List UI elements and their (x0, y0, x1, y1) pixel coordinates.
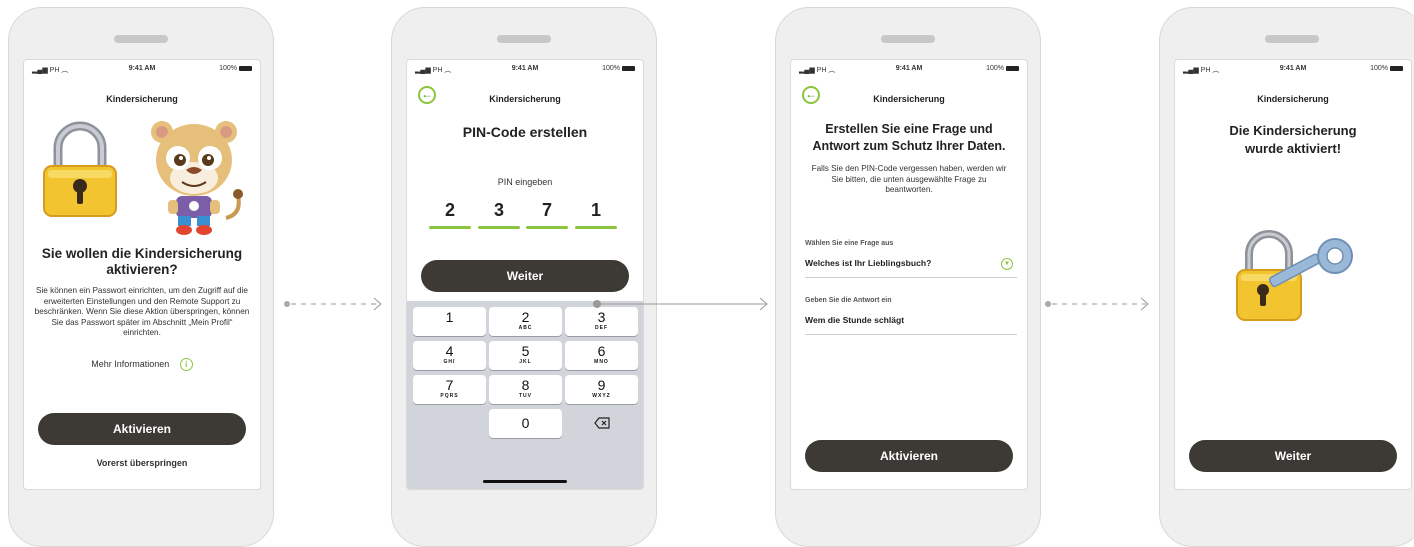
pin-underline-1 (429, 226, 471, 229)
continue-button[interactable]: Weiter (421, 260, 629, 292)
activate-button[interactable]: Aktivieren (38, 413, 246, 445)
flow-arrow-dashed-1 (284, 297, 382, 311)
screen-heading: Die Kindersicherung wurde aktiviert! (1229, 123, 1357, 156)
pin-label: PIN eingeben (497, 177, 553, 187)
nav-title: Kindersicherung (489, 94, 561, 104)
phone-frame-2: ▂▄▆ PH ︵ 9:41 AM 100% ← Kindersicherung … (391, 7, 657, 547)
flow-arrow-dashed-2 (1045, 297, 1149, 311)
phone-frame-3: ▂▄▆ PH ︵ 9:41 AM 100% ← Kindersicherung … (775, 7, 1041, 547)
status-bar: ▂▄▆ PH ︵ 9:41 AM 100% (407, 65, 643, 77)
skip-link[interactable]: Vorerst überspringen (24, 458, 260, 468)
numeric-keypad: 1 2 ABC 3 DEF 4 GHI 5 JKL 6 MNO 7 PQRS 8 TUV 9W… (407, 301, 643, 489)
question-field-label: Wählen Sie eine Frage aus (805, 240, 894, 247)
answer-field-label: Geben Sie die Antwort ein (805, 297, 892, 304)
question-selected-value: Welches ist Ihr Lieblingsbuch? (805, 258, 932, 268)
nav-title: Kindersicherung (1257, 94, 1329, 104)
pin-underline-4 (575, 226, 617, 229)
screen-description: Falls Sie den PIN-Code vergessen haben, … (811, 164, 1007, 195)
pin-digit-1: 2 (444, 200, 455, 220)
battery-icon (1006, 65, 1019, 71)
phone-speaker (881, 35, 935, 43)
status-bar: ▂▄▆ PH ︵ 9:41 AM 100% (24, 65, 260, 77)
key-7[interactable]: 7 PQRS (413, 375, 486, 404)
key-2[interactable]: 2 ABC (489, 307, 562, 336)
question-underline (805, 277, 1017, 278)
pin-underline-2 (478, 226, 520, 229)
battery-icon (1390, 65, 1403, 71)
home-indicator (483, 480, 567, 483)
status-bar: ▂▄▆ PH ︵ 9:41 AM 100% (1175, 65, 1411, 77)
phone-speaker (1265, 35, 1319, 43)
key-5[interactable]: 5 JKL (489, 341, 562, 370)
phone-speaker (114, 35, 168, 43)
pin-digit-3: 7 (541, 200, 552, 220)
question-dropdown[interactable]: Welches ist Ihr Lieblingsbuch? ▼ (791, 252, 1027, 276)
battery-indicator: 100% (1370, 65, 1403, 72)
padlock-icon (43, 121, 117, 217)
answer-input[interactable]: Wem die Stunde schlägt (791, 310, 1027, 332)
screen-security-question: ▂▄▆ PH ︵ 9:41 AM 100% ← Kindersicherung … (790, 59, 1028, 490)
answer-underline (805, 334, 1017, 335)
status-bar: ▂▄▆ PH ︵ 9:41 AM 100% (791, 65, 1027, 77)
key-1[interactable]: 1 (413, 307, 486, 336)
key-6[interactable]: 6 MNO (565, 341, 638, 370)
info-icon: i (179, 358, 193, 371)
screen-heading: PIN-Code erstellen (462, 124, 588, 140)
battery-indicator: 100% (602, 65, 635, 72)
screen-activated-confirmation: ▂▄▆ PH ︵ 9:41 AM 100% Kindersicherung Di… (1174, 59, 1412, 490)
answer-value: Wem die Stunde schlägt (805, 315, 905, 325)
screen-heading: Erstellen Sie eine Frage und Antwort zum… (812, 122, 1006, 153)
lion-mascot (151, 121, 243, 235)
key-8[interactable]: 8 TUV (489, 375, 562, 404)
phone-frame-4: ▂▄▆ PH ︵ 9:41 AM 100% Kindersicherung Di… (1159, 7, 1414, 547)
phone-speaker (497, 35, 551, 43)
backspace-icon (593, 417, 610, 429)
nav-title: Kindersicherung (106, 94, 178, 104)
pin-digit-2: 3 (493, 200, 504, 220)
more-info-label: Mehr Informationen (91, 358, 170, 369)
battery-icon (622, 65, 635, 71)
battery-indicator: 100% (219, 65, 252, 72)
flow-arrow-solid (593, 297, 768, 311)
chevron-down-icon: ▼ (1001, 258, 1013, 270)
nav-title: Kindersicherung (873, 94, 945, 104)
activate-button[interactable]: Aktivieren (805, 440, 1013, 472)
screen-heading: Sie wollen die Kindersicherung aktiviere… (41, 246, 243, 277)
lock-with-key-icon (1236, 230, 1353, 321)
backspace-key[interactable] (565, 409, 638, 438)
pin-digit-4: 1 (590, 200, 601, 220)
key-3[interactable]: 3 DEF (565, 307, 638, 336)
battery-icon (239, 65, 252, 71)
battery-indicator: 100% (986, 65, 1019, 72)
screen-activate-prompt: ▂▄▆ PH ︵ 9:41 AM 100% Kindersicherung Si… (23, 59, 261, 490)
screen-create-pin: ▂▄▆ PH ︵ 9:41 AM 100% ← Kindersicherung … (406, 59, 644, 490)
key-9[interactable]: 9 WXYZ (565, 375, 638, 404)
key-0[interactable]: 0 (489, 409, 562, 438)
screen-description: Sie können ein Passwort einrichten, um d… (34, 286, 250, 338)
phone-frame-1: ▂▄▆ PH ︵ 9:41 AM 100% Kindersicherung Si… (8, 7, 274, 547)
continue-button[interactable]: Weiter (1189, 440, 1397, 472)
key-4[interactable]: 4 GHI (413, 341, 486, 370)
more-info-link[interactable]: Mehr Informationen i (24, 358, 260, 371)
pin-underline-3 (526, 226, 568, 229)
